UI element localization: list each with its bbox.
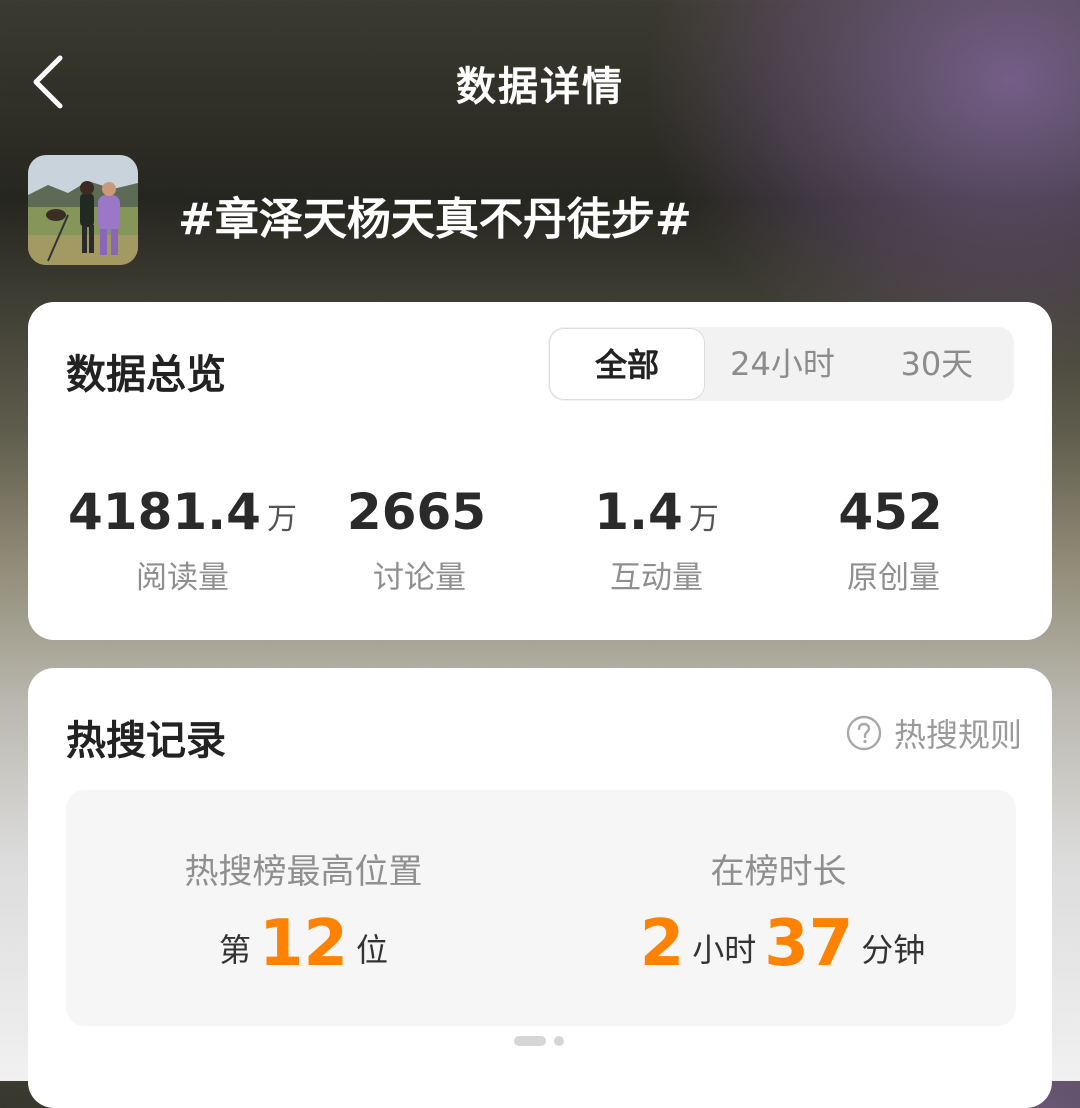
avatar-photo <box>28 155 138 265</box>
tab-all[interactable]: 全部 <box>549 328 706 400</box>
stat-label: 原创量 <box>847 560 940 596</box>
time-range-tabs: 全部 24小时 30天 <box>548 327 1014 401</box>
topic-header: #章泽天杨天真不丹徒步# <box>28 155 1028 265</box>
hot-search-rules-link[interactable]: 热搜规则 <box>846 710 1022 756</box>
stat-label: 讨论量 <box>373 560 466 596</box>
hot-search-title: 热搜记录 <box>66 718 226 764</box>
peak-position: 热搜榜最高位置 第 12 位 <box>66 790 541 981</box>
stat-discussions: 2665 讨论量 <box>301 482 538 597</box>
question-circle-icon <box>846 715 882 751</box>
stat-value: 4181.4 <box>68 483 261 541</box>
page-dot <box>554 1036 564 1046</box>
stat-unit: 万 <box>266 502 297 537</box>
stat-value: 2665 <box>346 483 487 541</box>
hot-search-card: 热搜记录 热搜规则 热搜榜最高位置 第 12 位 在榜时长 2 小时 37 分钟 <box>28 668 1052 1108</box>
overview-card: 数据总览 全部 24小时 30天 4181.4 万 阅读量 2665 讨论量 1.… <box>28 302 1052 640</box>
duration-label: 在榜时长 <box>710 852 847 892</box>
peak-prefix: 第 <box>218 931 251 969</box>
topic-name: #章泽天杨天真不丹徒步# <box>178 194 692 245</box>
duration-value-row: 2 小时 37 分钟 <box>541 907 1016 981</box>
stat-originals: 452 原创量 <box>775 482 1012 597</box>
page-title: 数据详情 <box>456 64 624 110</box>
time-on-list: 在榜时长 2 小时 37 分钟 <box>541 790 1016 981</box>
tab-30d[interactable]: 30天 <box>860 328 1014 400</box>
tab-24h[interactable]: 24小时 <box>705 328 859 400</box>
page-dot-active <box>514 1036 546 1046</box>
stat-value: 452 <box>838 483 943 541</box>
nav-bar: 数据详情 <box>0 40 1080 124</box>
hours-unit: 小时 <box>692 931 757 969</box>
topic-avatar[interactable] <box>28 155 138 265</box>
stat-label: 阅读量 <box>136 560 229 596</box>
rules-label: 热搜规则 <box>893 716 1022 754</box>
minutes-unit: 分钟 <box>861 931 926 969</box>
page-indicator <box>514 1036 564 1046</box>
duration-minutes: 37 <box>764 907 854 981</box>
overview-title: 数据总览 <box>66 352 226 398</box>
stat-interactions: 1.4 万 互动量 <box>538 482 775 597</box>
peak-suffix: 位 <box>356 931 389 969</box>
stat-label: 互动量 <box>610 560 703 596</box>
duration-hours: 2 <box>639 907 685 981</box>
stat-unit: 万 <box>688 502 719 537</box>
peak-value-row: 第 12 位 <box>66 907 541 981</box>
peak-rank: 12 <box>258 907 349 981</box>
hot-search-summary: 热搜榜最高位置 第 12 位 在榜时长 2 小时 37 分钟 <box>66 790 1016 1026</box>
peak-label: 热搜榜最高位置 <box>184 852 423 892</box>
stat-value: 1.4 <box>594 483 683 541</box>
stat-reads: 4181.4 万 阅读量 <box>64 482 301 597</box>
stats-row: 4181.4 万 阅读量 2665 讨论量 1.4 万 互动量 452 原创量 <box>28 482 1052 597</box>
